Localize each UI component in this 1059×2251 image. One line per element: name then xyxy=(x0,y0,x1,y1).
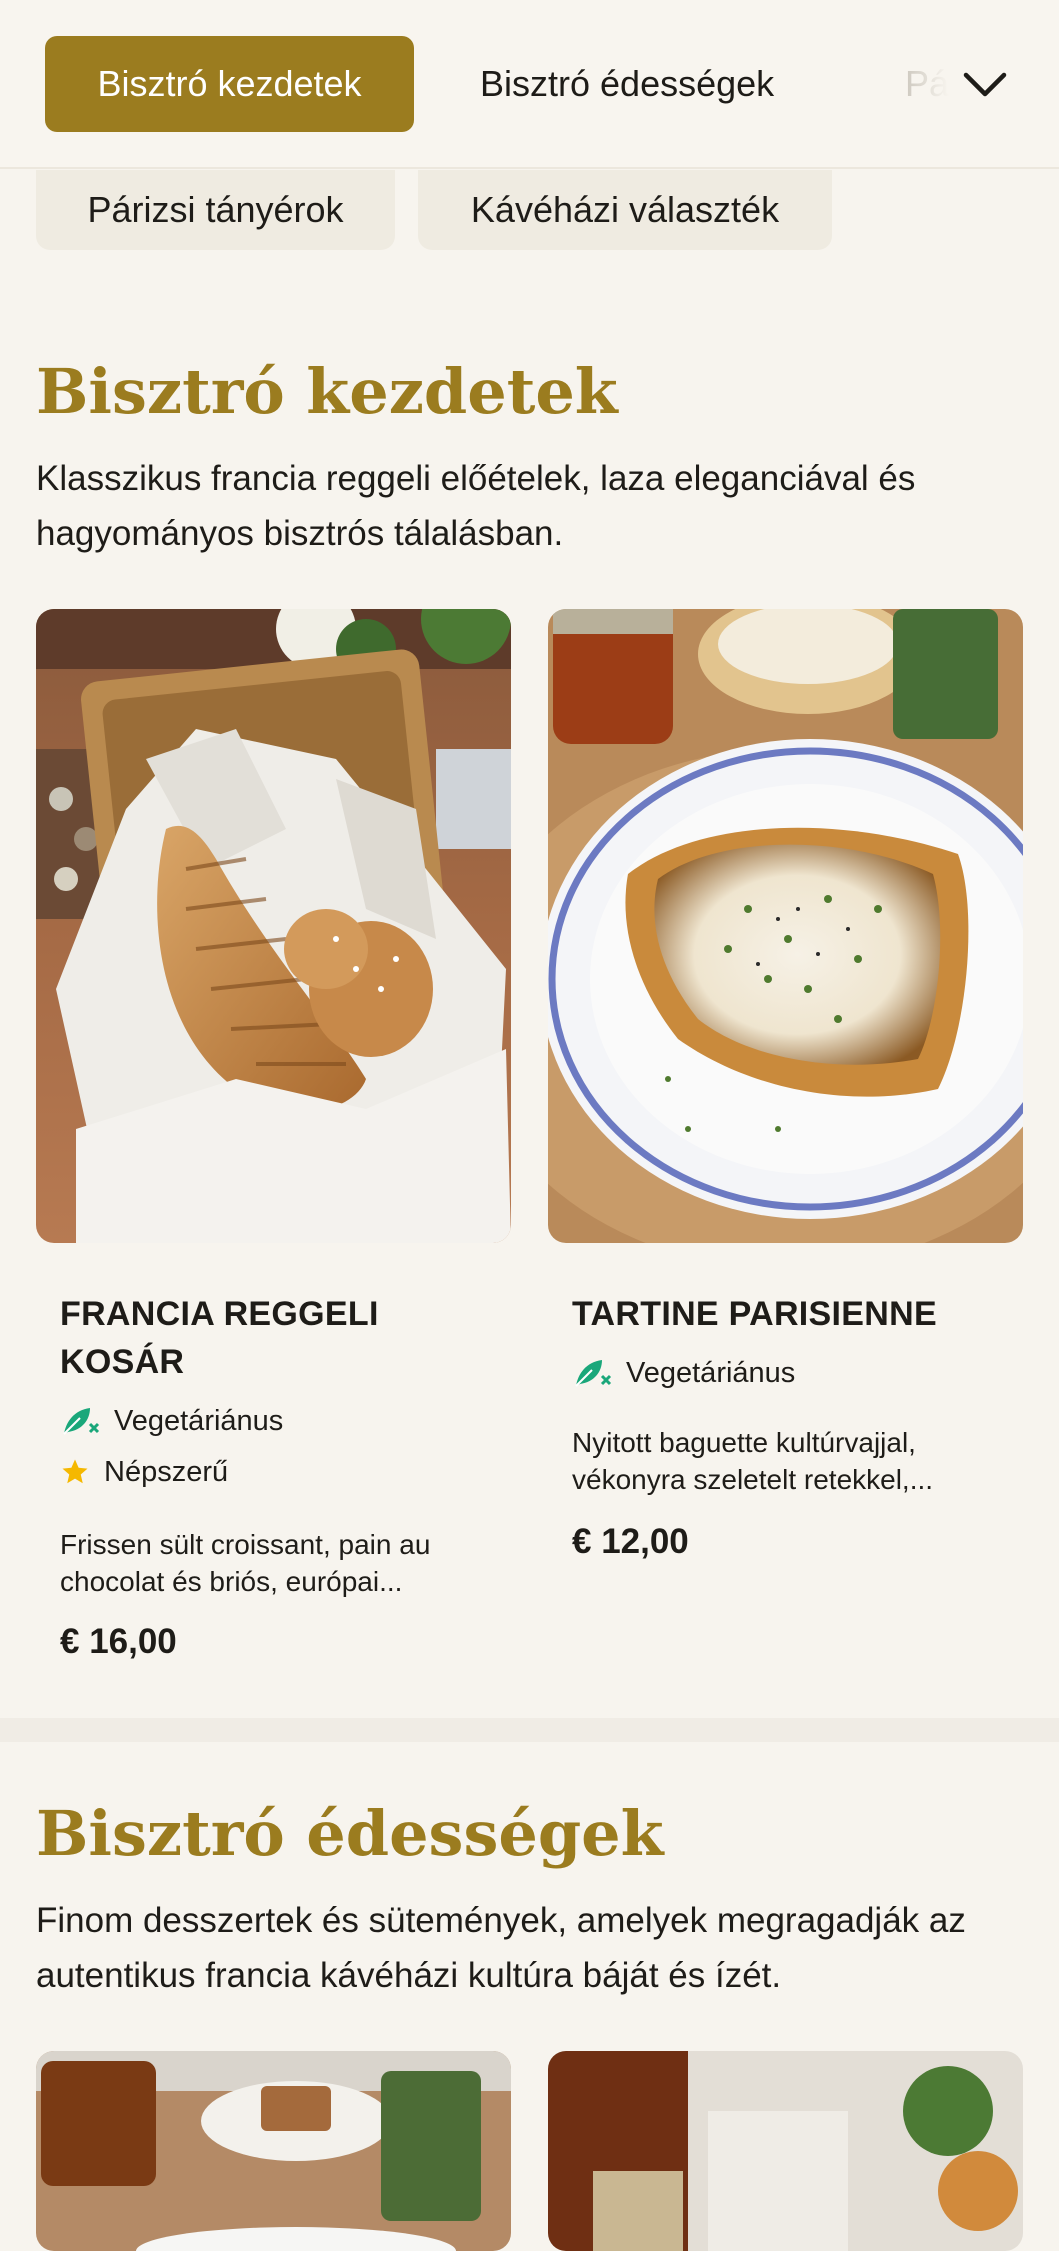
category-nav: Bisztró kezdetek Bisztró édességek Pá xyxy=(0,0,1059,169)
item-price: € 16,00 xyxy=(60,1622,177,1661)
tab-bisztro-kezdetek[interactable]: Bisztró kezdetek xyxy=(45,36,414,132)
star-icon xyxy=(60,1454,90,1490)
item-description: Nyitott baguette kultúrvajjal, vékonyra … xyxy=(572,1427,934,1495)
vegetarian-leaf-icon xyxy=(572,1355,612,1391)
item-description: Frissen sült croissant, pain au chocolat… xyxy=(60,1529,431,1597)
item-image-dessert-1[interactable] xyxy=(36,2051,511,2251)
tag-label: Népszerű xyxy=(104,1455,229,1488)
section-title: Bisztró édességek xyxy=(36,1797,664,1870)
section-description: Klasszikus francia reggeli előételek, la… xyxy=(36,459,916,553)
tag-popular: Népszerű xyxy=(60,1454,228,1490)
tag-label: Vegetáriánus xyxy=(114,1404,284,1437)
vegetarian-leaf-icon xyxy=(60,1403,100,1439)
tag-label: Vegetáriánus xyxy=(626,1356,796,1389)
tag-vegetarian: Vegetáriánus xyxy=(572,1355,795,1391)
chip-parizsi-tanyerok[interactable]: Párizsi tányérok xyxy=(36,170,395,250)
item-name[interactable]: TARTINE PARISIENNE xyxy=(572,1290,1012,1338)
tab-bisztro-edessegek[interactable]: Bisztró édességek xyxy=(480,36,774,132)
tag-vegetarian: Vegetáriánus xyxy=(60,1403,283,1439)
item-price: € 12,00 xyxy=(572,1522,689,1561)
chevron-down-icon[interactable] xyxy=(960,60,1010,110)
section-description: Finom desszertek és sütemények, amelyek … xyxy=(36,1901,966,1995)
section-divider xyxy=(0,1718,1059,1742)
item-name[interactable]: FRANCIA REGGELI KOSÁR xyxy=(60,1290,500,1386)
item-image-tartine[interactable] xyxy=(548,609,1023,1243)
item-image-bread-basket[interactable] xyxy=(36,609,511,1243)
chip-kavehazi-valasztek[interactable]: Kávéházi választék xyxy=(418,170,832,250)
item-image-dessert-2[interactable] xyxy=(548,2051,1023,2251)
section-title: Bisztró kezdetek xyxy=(36,355,618,428)
